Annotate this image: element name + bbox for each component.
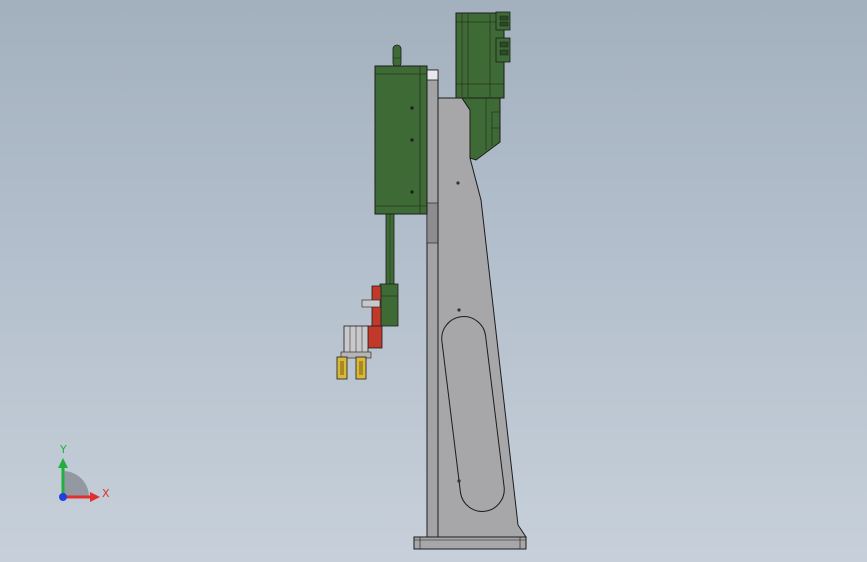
servo-motor[interactable] xyxy=(455,11,511,99)
axis-x-label: X xyxy=(102,487,110,500)
axis-triad xyxy=(58,458,100,502)
actuator-housing[interactable] xyxy=(374,65,428,215)
cad-graphics-viewport[interactable]: Y X xyxy=(0,0,867,562)
bolt-hole xyxy=(457,479,461,483)
z-axis-dot xyxy=(59,493,67,501)
base-plate[interactable] xyxy=(413,536,527,550)
machine-assembly-side-view[interactable] xyxy=(0,0,867,562)
bolt-hole xyxy=(457,308,461,312)
bolt-hole xyxy=(456,181,460,185)
tapered-support-rib[interactable] xyxy=(437,97,527,538)
pneumatic-gripper[interactable] xyxy=(340,325,372,359)
gripper-finger-right[interactable] xyxy=(355,356,367,380)
vertical-column[interactable] xyxy=(426,69,439,538)
slide-rod[interactable] xyxy=(385,213,395,287)
gripper-finger-left[interactable] xyxy=(336,356,348,380)
axis-y-label: Y xyxy=(60,443,67,456)
motor-connector xyxy=(495,37,511,63)
triad-arc xyxy=(63,471,89,497)
lifting-eye xyxy=(392,44,402,68)
motor-connector xyxy=(495,11,511,31)
slide-carriage[interactable] xyxy=(379,283,399,327)
